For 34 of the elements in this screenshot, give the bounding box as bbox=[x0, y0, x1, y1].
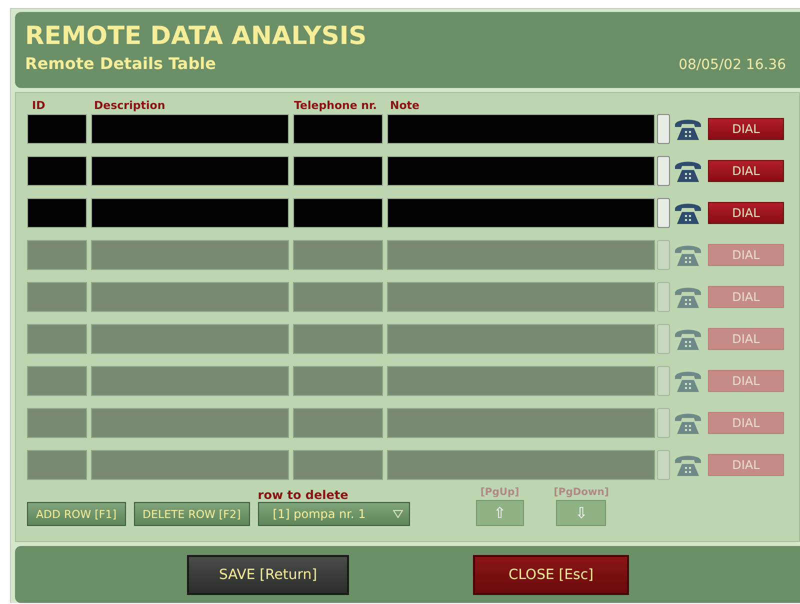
close-button[interactable]: CLOSE [Esc] bbox=[473, 554, 629, 594]
scrollbar[interactable] bbox=[657, 114, 670, 144]
telephone-field[interactable] bbox=[293, 114, 383, 144]
note-field[interactable] bbox=[387, 114, 655, 144]
scrollbar[interactable] bbox=[657, 198, 670, 228]
dropdown-arrow-icon bbox=[392, 510, 403, 518]
subtitle: Remote Details Table bbox=[25, 54, 216, 73]
add-row-button[interactable]: ADD ROW [F1] bbox=[27, 502, 126, 526]
delete-row-button[interactable]: DELETE ROW [F2] bbox=[134, 502, 250, 526]
note-field[interactable] bbox=[387, 198, 655, 228]
telephone-field[interactable] bbox=[293, 198, 383, 228]
column-header: ID bbox=[31, 99, 46, 113]
note-field[interactable] bbox=[387, 156, 655, 186]
page-down-label: [PgDown] bbox=[554, 487, 609, 498]
id-field[interactable] bbox=[27, 156, 87, 186]
telephone-field[interactable] bbox=[293, 156, 383, 186]
dial-button[interactable]: DIAL bbox=[708, 160, 784, 182]
description-field[interactable] bbox=[91, 156, 289, 186]
dropdown-label: row to delete bbox=[258, 488, 350, 502]
dial-button[interactable]: DIAL bbox=[708, 118, 784, 140]
date-time: 08/05/02 16.36 bbox=[678, 57, 786, 73]
dial-button[interactable]: DIAL bbox=[708, 202, 784, 224]
description-field[interactable] bbox=[91, 114, 289, 144]
id-field[interactable] bbox=[27, 198, 87, 228]
column-header: Description bbox=[93, 99, 166, 113]
column-header: Note bbox=[390, 99, 420, 113]
id-field[interactable] bbox=[27, 114, 87, 144]
save-button[interactable]: SAVE [Return] bbox=[187, 554, 349, 594]
row-dropdown[interactable]: [1] pompa nr. 1 bbox=[258, 502, 410, 526]
column-header: Telephone nr. bbox=[293, 99, 378, 113]
page-up-label: [PgUp] bbox=[480, 487, 520, 498]
scrollbar[interactable] bbox=[657, 156, 670, 186]
description-field[interactable] bbox=[91, 198, 289, 228]
window-title: REMOTE DATA ANALYSIS bbox=[25, 22, 368, 50]
